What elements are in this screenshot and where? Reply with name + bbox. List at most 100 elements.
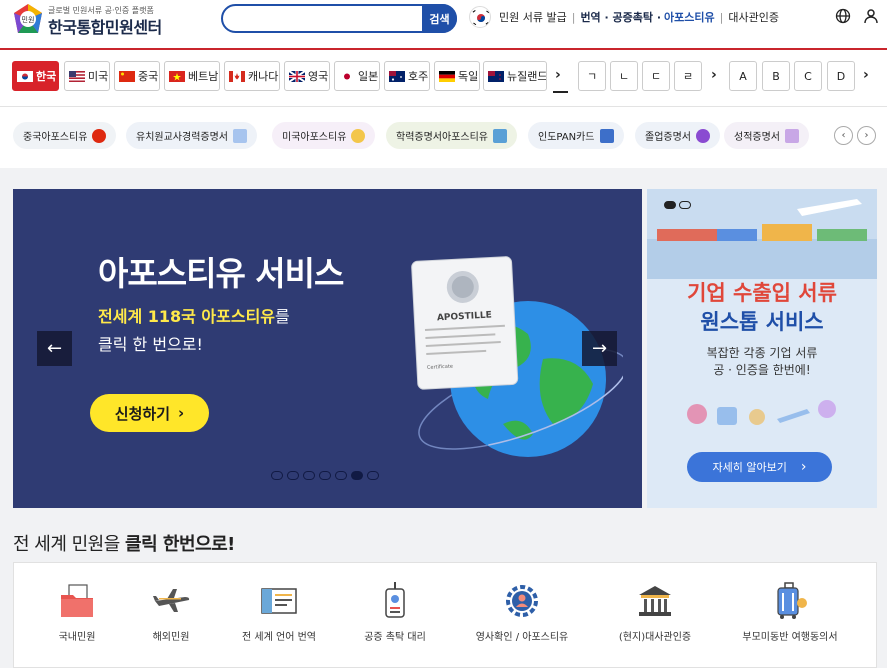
chips-next-button[interactable]: ›: [857, 126, 876, 145]
side-pager: [664, 201, 691, 209]
chip-graduation[interactable]: 졸업증명서: [635, 122, 720, 149]
chip-china-apostille[interactable]: 중국아포스티유: [13, 122, 117, 149]
canada-flag-icon: [229, 70, 245, 82]
chevron-right-icon[interactable]: ›: [711, 67, 717, 83]
chip-transcript[interactable]: 성적증명서: [724, 122, 809, 149]
service-label: 영사확인 / 아포스티유: [475, 632, 569, 643]
nav-doc-issue[interactable]: 민원 서류 발급: [499, 9, 567, 25]
germany-flag-icon: [439, 70, 455, 82]
slide-dot[interactable]: [351, 471, 363, 480]
badge-tag-icon: [385, 582, 405, 618]
index-tab[interactable]: ㄴ: [610, 61, 638, 91]
slide-dot[interactable]: [287, 471, 299, 480]
chip-education-apostille[interactable]: 학력증명서아포스티유: [386, 122, 517, 149]
service-parental-consent[interactable]: 부모미동반 여행동의서: [730, 563, 850, 663]
index-tab[interactable]: ㄹ: [674, 61, 702, 91]
side-desc-2: 공 · 인증을 한번에!: [713, 363, 811, 377]
search-button[interactable]: 검색: [422, 4, 457, 33]
country-label: 뉴질랜드: [507, 70, 547, 83]
hero-prev-button[interactable]: ←: [37, 331, 72, 366]
slide-indicator: [271, 471, 379, 480]
graduation-cap-icon: [696, 128, 710, 143]
country-tab-japan[interactable]: 일본: [334, 61, 380, 91]
service-label: 해외민원: [152, 632, 190, 643]
index-tab[interactable]: C: [794, 61, 822, 91]
country-label: 일본: [358, 70, 379, 83]
hero-subtitle-1: 전세계 118국 아포스티유를: [98, 303, 290, 327]
chip-label: 미국아포스티유: [282, 132, 347, 143]
hero-subtitle-suffix: 를: [275, 307, 290, 326]
china-flag-icon: [92, 128, 107, 143]
section-title-bold: 클릭 한번으로: [125, 534, 228, 555]
slide-dot[interactable]: [271, 471, 283, 480]
country-tab-usa[interactable]: 미국: [64, 61, 110, 91]
folder-doc-icon: [61, 584, 93, 617]
hero-banner[interactable]: 아포스티유 서비스 전세계 118국 아포스티유를 클릭 한 번으로! 신청하기…: [13, 189, 642, 508]
service-overseas[interactable]: 해외민원: [111, 563, 231, 663]
section-title-pre: 전 세계 민원을: [13, 534, 126, 555]
index-tab[interactable]: D: [827, 61, 855, 91]
nav-apostille[interactable]: 아포스티유: [664, 9, 715, 25]
chip-usa-apostille[interactable]: 미국아포스티유: [272, 122, 376, 149]
chevron-right-icon[interactable]: ›: [555, 67, 561, 83]
country-tab-canada[interactable]: 캐나다: [224, 61, 280, 91]
index-tab[interactable]: A: [729, 61, 757, 91]
slide-dot[interactable]: [335, 471, 347, 480]
user-icon[interactable]: [863, 8, 879, 24]
chip-teacher-career[interactable]: 유치원교사경력증명서: [126, 122, 257, 149]
globe-icon[interactable]: [835, 8, 851, 24]
country-tab-korea[interactable]: 한국: [12, 61, 59, 91]
ticket-doc-icon: [261, 588, 297, 614]
chip-india-pan[interactable]: 인도PAN카드: [528, 122, 624, 149]
learn-more-button[interactable]: 자세히 알아보기 ›: [687, 452, 832, 482]
country-label: 캐나다: [248, 70, 279, 83]
slide-dot[interactable]: [319, 471, 331, 480]
pager-dot: [664, 201, 676, 209]
country-label: 독일: [458, 70, 479, 83]
country-tab-china[interactable]: 중국: [114, 61, 160, 91]
country-tab-vietnam[interactable]: 베트남: [164, 61, 220, 91]
apply-button[interactable]: 신청하기 ›: [90, 394, 209, 432]
chevron-right-icon: ›: [800, 459, 807, 475]
chevron-right-icon[interactable]: ›: [863, 67, 869, 83]
logo-badge-text: 민원: [22, 15, 35, 24]
index-tab[interactable]: B: [762, 61, 790, 91]
card-icon: [599, 128, 614, 143]
slide-dot[interactable]: [303, 471, 315, 480]
document-icon: [785, 128, 799, 143]
chip-label: 중국아포스티유: [23, 132, 88, 143]
index-tab[interactable]: ㄱ: [578, 61, 606, 91]
country-label: 미국: [88, 70, 109, 83]
side-banner[interactable]: 기업 수출입 서류 원스톱 서비스 복잡한 각종 기업 서류 공 · 인증을 한…: [647, 189, 877, 508]
slide-dot[interactable]: [367, 471, 379, 480]
airplane-icon: [153, 589, 190, 612]
side-title-2: 원스톱 서비스: [700, 310, 824, 334]
country-tab-australia[interactable]: 호주: [384, 61, 430, 91]
service-embassy[interactable]: (현지)대사관인증: [595, 563, 715, 663]
nav-embassy[interactable]: 대사관인증: [728, 9, 779, 25]
index-tab[interactable]: ㄷ: [642, 61, 670, 91]
nav-translation[interactable]: 번역 · 공증촉탁 ·: [580, 9, 661, 25]
country-label: 영국: [308, 70, 329, 83]
nav-separator: |: [571, 10, 576, 24]
country-tab-germany[interactable]: 독일: [434, 61, 480, 91]
pager-dot: [679, 201, 691, 209]
country-label: 호주: [408, 70, 429, 83]
service-notary[interactable]: 공증 촉탁 대리: [335, 563, 455, 663]
uk-flag-icon: [289, 70, 305, 82]
hero-subtitle-2: 클릭 한 번으로!: [98, 335, 203, 354]
divider: [0, 106, 887, 107]
country-label: 한국: [36, 70, 57, 83]
search-input[interactable]: [235, 9, 415, 29]
chips-prev-button[interactable]: ‹: [834, 126, 853, 145]
luggage-icon: [777, 582, 807, 619]
country-tab-newzealand[interactable]: 뉴질랜드: [483, 61, 547, 91]
site-logo[interactable]: 민원 글로벌 민원서류 공·인증 플랫폼 한국통합민원센터: [12, 3, 172, 39]
service-translation[interactable]: 전 세계 언어 번역: [219, 563, 339, 663]
service-consular-apostille[interactable]: 영사확인 / 아포스티유: [462, 563, 582, 663]
service-label: 부모미동반 여행동의서: [742, 632, 838, 643]
medal-icon: [351, 128, 366, 143]
country-tab-uk[interactable]: 영국: [284, 61, 330, 91]
chip-label: 성적증명서: [734, 132, 780, 143]
hero-next-button[interactable]: →: [582, 331, 617, 366]
